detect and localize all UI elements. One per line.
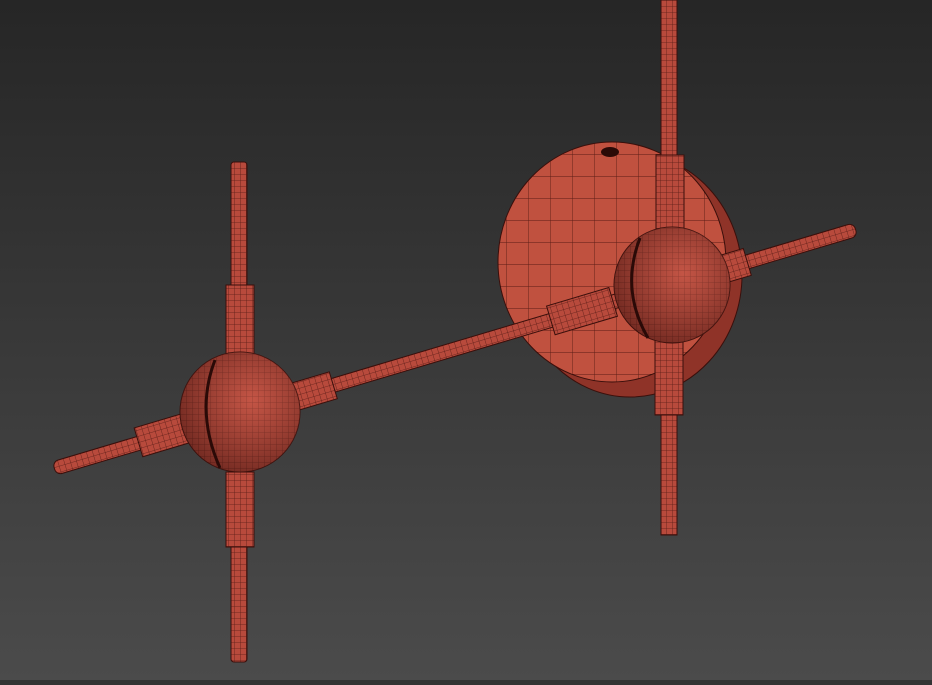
3d-viewport[interactable] [0, 0, 932, 680]
model-render [0, 0, 932, 680]
right-sphere [613, 226, 731, 344]
left-sphere [179, 351, 301, 473]
